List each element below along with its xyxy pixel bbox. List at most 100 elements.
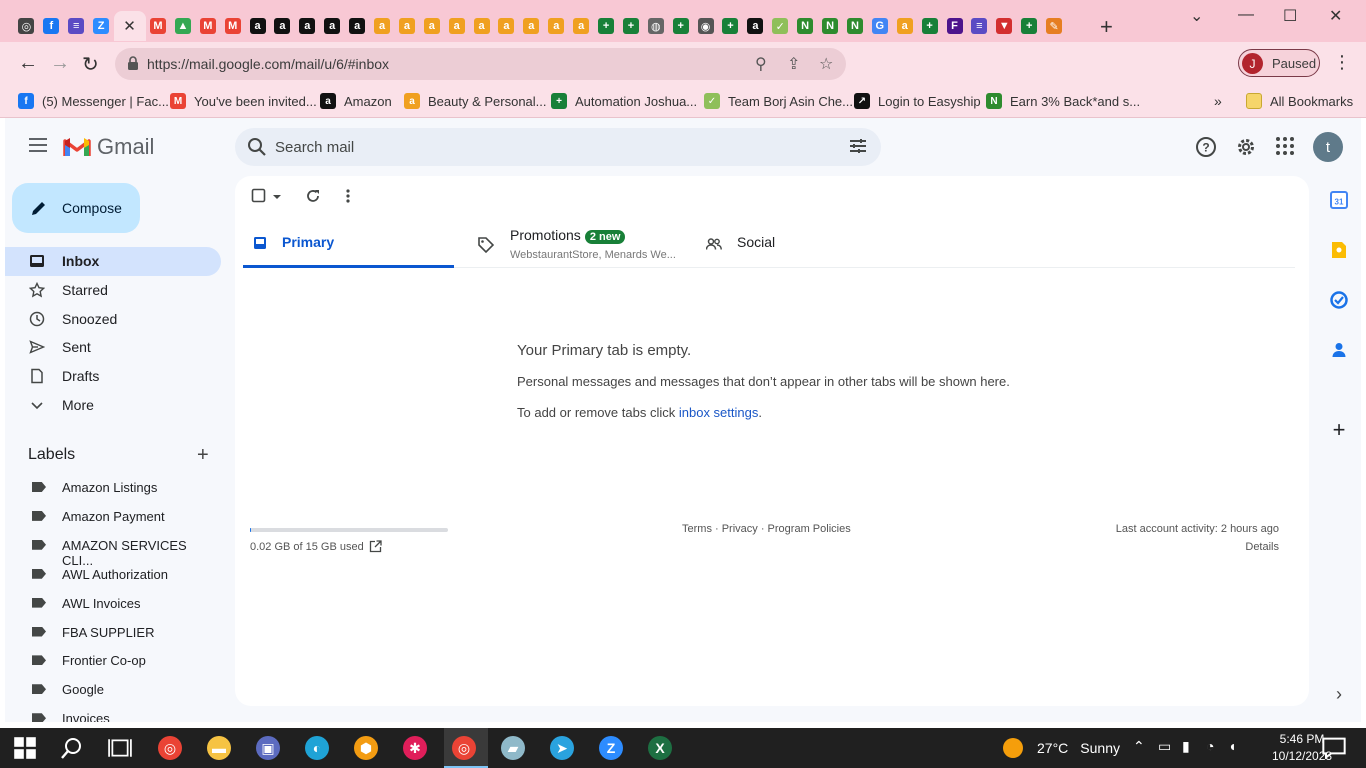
sidebar-item-inbox[interactable]: Inbox <box>5 247 221 276</box>
tab-primary[interactable]: Primary <box>243 220 454 268</box>
excel-taskbar-icon[interactable]: X <box>648 736 672 760</box>
browser-tab[interactable]: a <box>394 12 419 40</box>
compose-button[interactable]: Compose <box>12 183 140 233</box>
sidebar-item-sent[interactable]: Sent <box>5 333 221 362</box>
telegram-taskbar-icon[interactable]: ➤ <box>550 736 574 760</box>
browser-tab[interactable]: f <box>39 12 64 40</box>
browser-tab[interactable]: a <box>370 12 395 40</box>
zoom-taskbar-icon[interactable]: Z <box>599 736 623 760</box>
bookmark-star-icon[interactable]: ☆ <box>819 54 833 74</box>
chrome-profile-taskbar-icon[interactable]: ◎ <box>452 736 476 760</box>
vpn-taskbar-icon[interactable]: ⬢ <box>354 736 378 760</box>
bookmark-messenger[interactable]: f (5) Messenger | Fac... <box>18 93 169 109</box>
more-options-icon[interactable] <box>346 188 350 204</box>
sidebar-item-drafts[interactable]: Drafts <box>5 362 221 391</box>
sidebar-item-more[interactable]: More <box>5 391 221 420</box>
browser-tab[interactable]: Z <box>89 12 114 40</box>
help-icon[interactable]: ? <box>1195 136 1217 158</box>
browser-tab[interactable]: a <box>345 12 370 40</box>
tab-promotions[interactable]: Promotions 2 new WebstaurantStore, Menard… <box>478 220 678 268</box>
zoom-icon[interactable]: ⚲ <box>755 54 767 74</box>
maximize-button[interactable]: ☐ <box>1283 6 1297 26</box>
browser-tab[interactable]: + <box>594 12 619 40</box>
label-item[interactable]: FBA SUPPLIER <box>5 618 221 647</box>
browser-tab[interactable]: ◉ <box>693 12 718 40</box>
bookmark-team-borj[interactable]: ✓ Team Borj Asin Che... <box>704 93 853 109</box>
get-addons-icon[interactable]: + <box>1327 417 1351 442</box>
browser-tab[interactable]: a <box>469 12 494 40</box>
chrome-menu-icon[interactable]: ⋮ <box>1333 52 1351 73</box>
keep-icon[interactable] <box>1327 238 1351 262</box>
bookmark-gmail[interactable]: M You've been invited... <box>170 93 317 109</box>
label-item[interactable]: AWL Invoices <box>5 589 221 618</box>
app-taskbar-icon[interactable]: ▣ <box>256 736 280 760</box>
minimize-button[interactable]: — <box>1238 6 1254 24</box>
new-tab-button[interactable]: + <box>1100 14 1113 40</box>
browser-tab[interactable]: ◎ <box>14 12 39 40</box>
browser-tab[interactable]: M <box>195 12 220 40</box>
task-view-icon[interactable] <box>108 736 132 760</box>
calendar-icon[interactable]: 31 <box>1327 188 1351 212</box>
label-item[interactable]: AMAZON SERVICES CLI... <box>5 531 221 568</box>
sidebar-item-snoozed[interactable]: Snoozed <box>5 305 221 334</box>
browser-tab[interactable]: F <box>942 12 967 40</box>
label-item[interactable]: Amazon Payment <box>5 502 221 531</box>
profile-button[interactable]: J Paused <box>1238 49 1320 77</box>
browser-tab[interactable]: ✎ <box>1042 12 1067 40</box>
weather-widget[interactable]: 27°C Sunny <box>1003 738 1120 758</box>
browser-tab[interactable]: G <box>867 12 892 40</box>
search-icon[interactable] <box>247 137 267 157</box>
browser-tab[interactable]: a <box>569 12 594 40</box>
label-item[interactable]: Amazon Listings <box>5 473 221 502</box>
battery-icon[interactable]: ▮ <box>1182 738 1190 755</box>
reload-button[interactable]: ↻ <box>82 52 99 77</box>
browser-tab[interactable]: M <box>146 12 171 40</box>
share-icon[interactable]: ⇪ <box>787 54 800 74</box>
active-tab[interactable]: ✕ <box>113 11 146 41</box>
browser-tab[interactable]: a <box>444 12 469 40</box>
label-item[interactable]: Frontier Co-op <box>5 646 221 675</box>
forward-button[interactable]: → <box>50 52 70 75</box>
google-account-avatar[interactable]: t <box>1313 132 1343 162</box>
address-bar[interactable]: https://mail.google.com/mail/u/6/#inbox … <box>115 48 846 80</box>
search-bar[interactable] <box>235 128 881 166</box>
meet-now-icon[interactable]: ▭ <box>1158 738 1171 755</box>
browser-tab[interactable]: a <box>419 12 444 40</box>
browser-tab[interactable]: a <box>544 12 569 40</box>
edge-taskbar-icon[interactable]: ◐ <box>305 736 329 760</box>
browser-tab[interactable]: ▲ <box>170 12 195 40</box>
bookmarks-overflow-icon[interactable]: » <box>1214 93 1222 109</box>
file-explorer-taskbar-icon[interactable]: ▬ <box>207 736 231 760</box>
search-input[interactable] <box>275 136 835 158</box>
back-button[interactable]: ← <box>18 52 38 75</box>
browser-tab[interactable]: a <box>270 12 295 40</box>
gmail-logo[interactable]: Gmail <box>63 134 154 160</box>
google-apps-icon[interactable] <box>1275 136 1295 156</box>
browser-tab[interactable]: + <box>618 12 643 40</box>
notes-taskbar-icon[interactable]: ▰ <box>501 736 525 760</box>
browser-tab[interactable]: a <box>494 12 519 40</box>
bookmark-beauty[interactable]: a Beauty & Personal... <box>404 93 547 109</box>
activity-details-link[interactable]: Details <box>1245 541 1279 553</box>
browser-tab[interactable]: ▼ <box>992 12 1017 40</box>
browser-tab[interactable]: a <box>295 12 320 40</box>
bookmark-easyship[interactable]: ↗ Login to Easyship <box>854 93 981 109</box>
label-item[interactable]: Invoices <box>5 704 221 722</box>
browser-tab[interactable]: + <box>917 12 942 40</box>
sidebar-item-starred[interactable]: Starred <box>5 276 221 305</box>
browser-tab[interactable]: + <box>718 12 743 40</box>
all-bookmarks[interactable]: All Bookmarks <box>1246 93 1353 109</box>
taskbar-search-icon[interactable] <box>60 736 84 760</box>
tab-social[interactable]: Social <box>706 220 826 268</box>
footer-links[interactable]: Terms · Privacy · Program Policies <box>682 523 851 535</box>
main-menu-icon[interactable] <box>29 138 47 152</box>
volume-icon[interactable]: ◖ <box>1228 738 1236 754</box>
browser-tab[interactable]: ≡ <box>64 12 89 40</box>
bookmark-automation[interactable]: + Automation Joshua... <box>551 93 697 109</box>
browser-tab[interactable]: a <box>245 12 270 40</box>
browser-tab[interactable]: ◍ <box>643 12 668 40</box>
create-label-button[interactable]: + <box>197 444 209 467</box>
browser-tab[interactable]: ≡ <box>967 12 992 40</box>
label-item[interactable]: AWL Authorization <box>5 560 221 589</box>
browser-tab[interactable]: a <box>743 12 768 40</box>
